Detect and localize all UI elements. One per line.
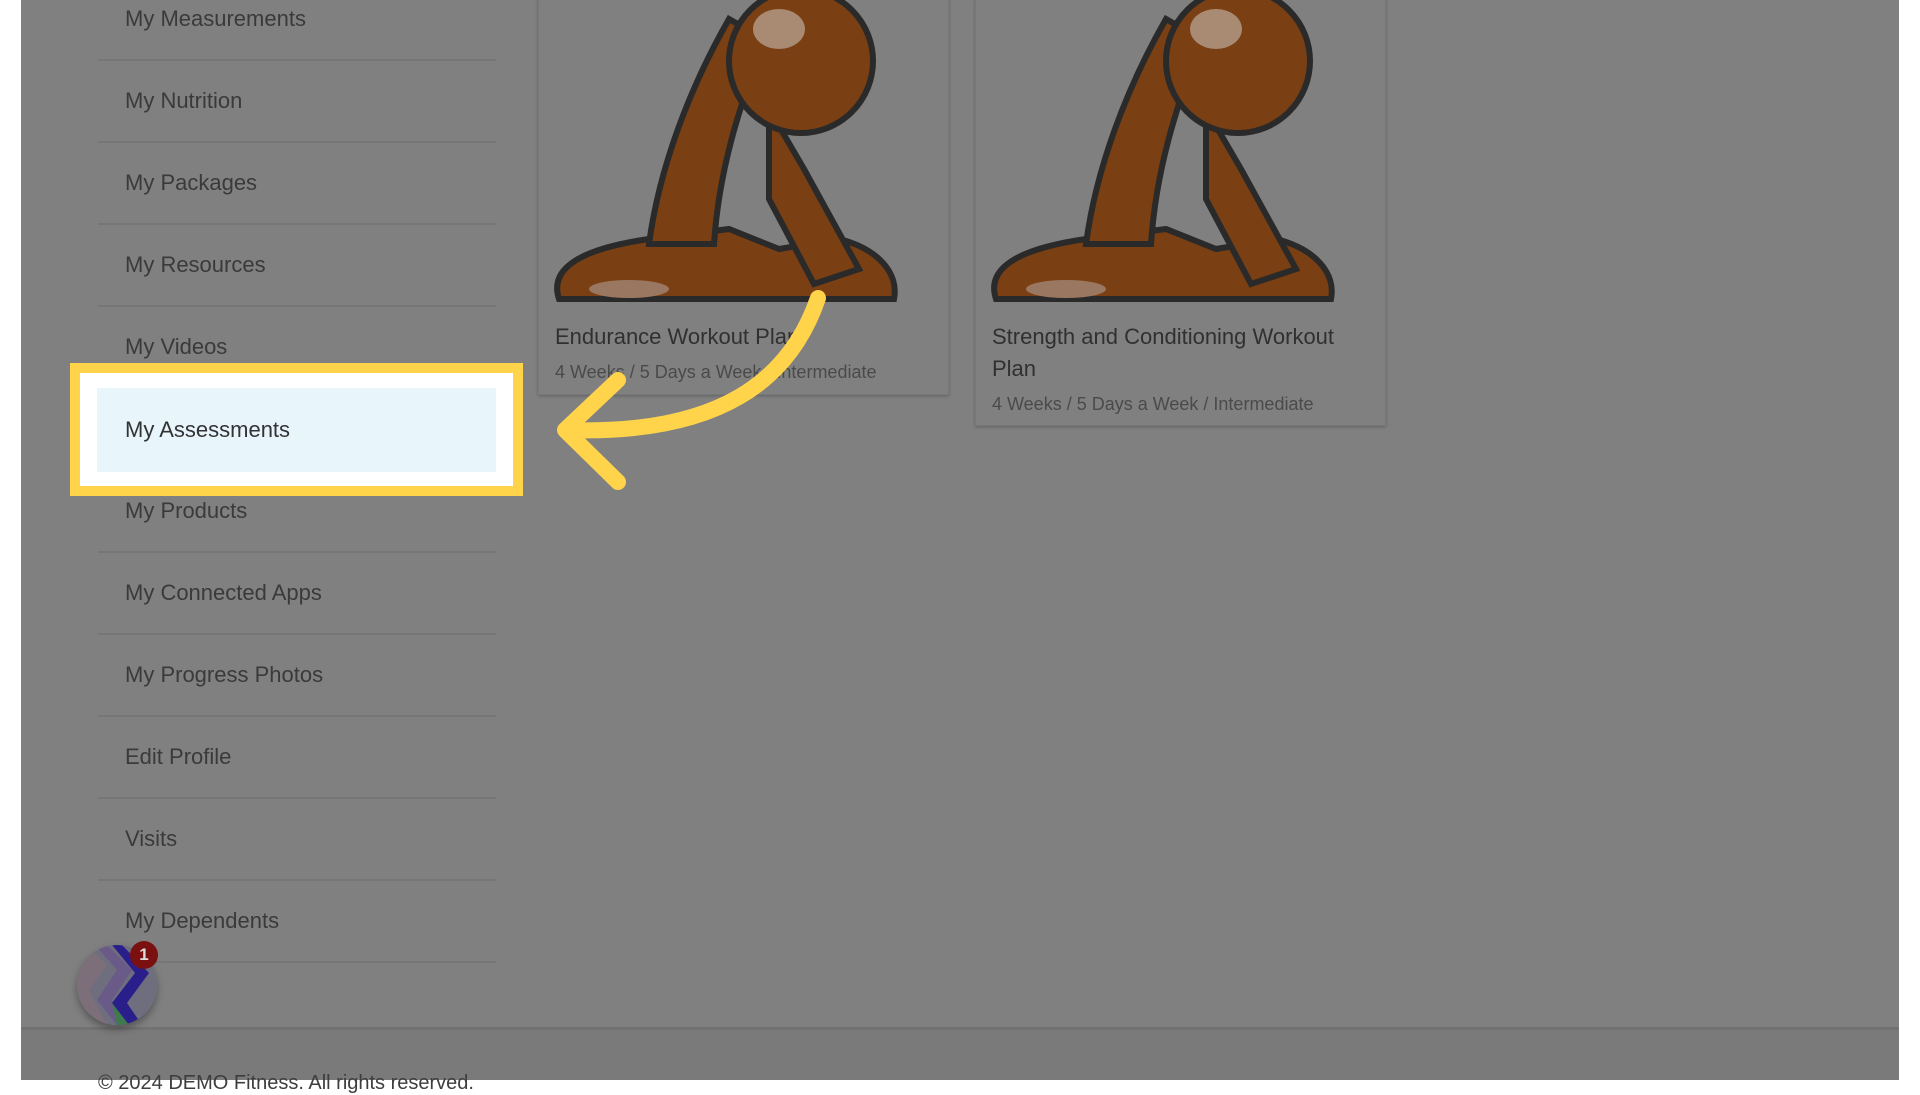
- sidebar-item-label: My Assessments: [125, 417, 291, 442]
- sidebar-item-my-progress-photos[interactable]: My Progress Photos: [98, 635, 496, 717]
- footer-copyright: © 2024 DEMO Fitness. All rights reserved…: [98, 1072, 474, 1094]
- highlight-shape: [753, 9, 805, 49]
- sidebar-item-my-packages[interactable]: My Packages: [98, 143, 496, 225]
- sidebar-item-label: Edit Profile: [125, 744, 232, 769]
- sidebar-item-label: My Products: [125, 498, 248, 523]
- sidebar-item-visits[interactable]: Visits: [98, 799, 496, 881]
- sidebar-item-label: My Packages: [125, 170, 258, 195]
- sidebar-item-my-connected-apps[interactable]: My Connected Apps: [98, 553, 496, 635]
- sidebar-item-label: My Dependents: [125, 908, 280, 933]
- card-subtitle: 4 Weeks / 5 Days a Week / Intermediate: [992, 394, 1314, 414]
- sidebar-item-label: My Connected Apps: [125, 580, 322, 605]
- sidebar-item-my-products[interactable]: My Products: [98, 471, 496, 553]
- sidebar-item-label: My Nutrition: [125, 88, 243, 113]
- sidebar-item-label: My Measurements: [125, 6, 306, 31]
- card-title[interactable]: Strength and Conditioning Workout Plan: [992, 321, 1372, 385]
- sidebar-item-label: Visits: [125, 826, 178, 851]
- workout-card[interactable]: Endurance Workout Plan 4 Weeks / 5 Days …: [538, 0, 949, 395]
- sidebar-item-my-measurements[interactable]: My Measurements: [98, 0, 496, 61]
- sidebar-item-label: My Progress Photos: [125, 662, 324, 687]
- workout-figure-image: [554, 0, 898, 302]
- card-title[interactable]: Endurance Workout Plan: [555, 321, 935, 353]
- sidebar-item-label: My Resources: [125, 252, 266, 277]
- sidebar-item-my-resources[interactable]: My Resources: [98, 225, 496, 307]
- sidebar-item-edit-profile[interactable]: Edit Profile: [98, 717, 496, 799]
- sidebar-item-label: My Videos: [125, 334, 228, 359]
- notification-badge: 1: [130, 941, 158, 969]
- card-subtitle: 4 Weeks / 5 Days a Week / Intermediate: [555, 362, 877, 382]
- sidebar-item-my-dependents[interactable]: My Dependents: [98, 881, 496, 963]
- sidebar-item-my-nutrition[interactable]: My Nutrition: [98, 61, 496, 143]
- sidebar-item-my-assessments[interactable]: My Assessments: [97, 388, 496, 472]
- workout-figure-image: [991, 0, 1335, 302]
- workout-card[interactable]: Strength and Conditioning Workout Plan 4…: [975, 0, 1386, 426]
